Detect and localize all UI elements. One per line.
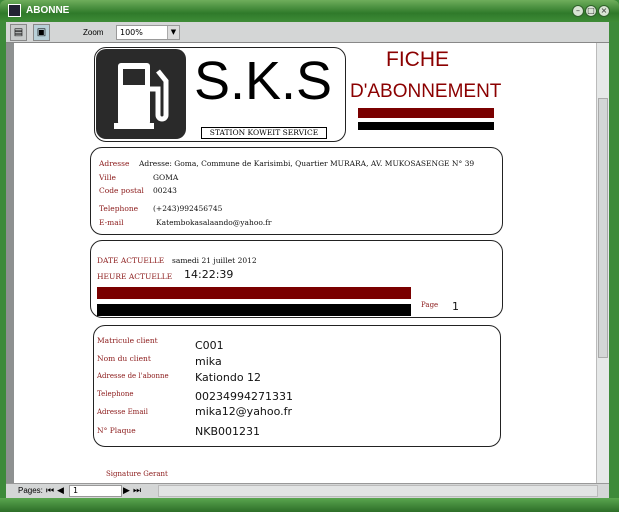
zoom-label: Zoom — [83, 28, 104, 37]
client-name-label: Nom du client — [97, 354, 151, 363]
export-icon[interactable]: ▤ — [10, 24, 27, 41]
client-address-value: Kationdo 12 — [195, 371, 262, 384]
red-bar — [358, 108, 494, 118]
page-label: Page — [421, 301, 439, 309]
client-name-value: mika — [195, 355, 222, 368]
email-value: Katembokasalaando@yahoo.fr — [156, 218, 272, 227]
client-phone-value: 00234994271331 — [195, 390, 293, 403]
report-title-1: FICHE — [386, 48, 449, 71]
logo-text: S.K.S — [194, 51, 333, 111]
plate-value: NKB001231 — [195, 425, 260, 438]
postal-label: Code postal — [99, 186, 144, 195]
page-input[interactable]: 1 — [69, 485, 122, 497]
window-title: ABONNE — [26, 5, 70, 16]
first-page-button[interactable]: ⏮ — [46, 486, 54, 496]
phone-label: Telephone — [99, 204, 139, 213]
phone-value: (+243)992456745 — [153, 204, 223, 213]
window-frame-bottom — [0, 498, 619, 512]
date-label: DATE ACTUELLE — [97, 256, 165, 265]
zoom-value: 100% — [120, 28, 143, 37]
pages-label: Pages: — [18, 486, 43, 495]
black-bar — [358, 122, 494, 130]
zoom-select[interactable]: 100% ▼ — [116, 25, 180, 40]
horizontal-scrollbar[interactable] — [158, 485, 598, 497]
signature-label: Signature Gerant — [106, 470, 168, 478]
date-value: samedi 21 juillet 2012 — [172, 256, 257, 265]
maximize-button[interactable]: □ — [585, 5, 597, 17]
scroll-thumb[interactable] — [598, 98, 608, 358]
black-bar — [97, 304, 411, 316]
city-label: Ville — [99, 173, 116, 182]
toolbar: ▤ ▣ Zoom 100% ▼ — [6, 22, 609, 43]
pager-bar: Pages: ⏮ ◀ 1 ▶ ⏭ — [6, 483, 609, 498]
print-icon[interactable]: ▣ — [33, 24, 50, 41]
vertical-scrollbar[interactable] — [596, 43, 609, 483]
logo-subtitle: STATION KOWEIT SERVICE — [201, 127, 327, 139]
next-page-button[interactable]: ▶ — [123, 486, 130, 496]
plate-label: N° Plaque — [97, 426, 136, 435]
page-value: 1 — [452, 300, 459, 313]
last-page-button[interactable]: ⏭ — [133, 486, 141, 496]
client-email-label: Adresse Email — [97, 408, 148, 416]
fuel-pump-icon — [96, 49, 186, 139]
title-bar[interactable]: ABONNE – □ × — [0, 0, 619, 22]
client-id-value: C001 — [195, 339, 224, 352]
email-label: E-mail — [99, 218, 124, 227]
client-address-label: Adresse de l'abonne — [97, 372, 169, 380]
client-email-value: mika12@yahoo.fr — [195, 405, 293, 418]
address-value: Adresse: Goma, Commune de Karisimbi, Qua… — [139, 159, 475, 168]
time-value: 14:22:39 — [184, 268, 234, 281]
red-bar — [97, 287, 411, 299]
report-title-2: D'ABONNEMENT — [350, 81, 502, 102]
address-label: Adresse — [99, 159, 130, 168]
minimize-button[interactable]: – — [572, 5, 584, 17]
postal-value: 00243 — [153, 186, 177, 195]
time-label: HEURE ACTUELLE — [97, 272, 173, 281]
chevron-down-icon[interactable]: ▼ — [167, 26, 179, 39]
client-id-label: Matricule client — [97, 336, 158, 345]
app-icon — [8, 4, 21, 17]
prev-page-button[interactable]: ◀ — [57, 486, 64, 496]
city-value: GOMA — [153, 173, 179, 182]
client-phone-label: Telephone — [97, 390, 134, 398]
close-button[interactable]: × — [598, 5, 610, 17]
